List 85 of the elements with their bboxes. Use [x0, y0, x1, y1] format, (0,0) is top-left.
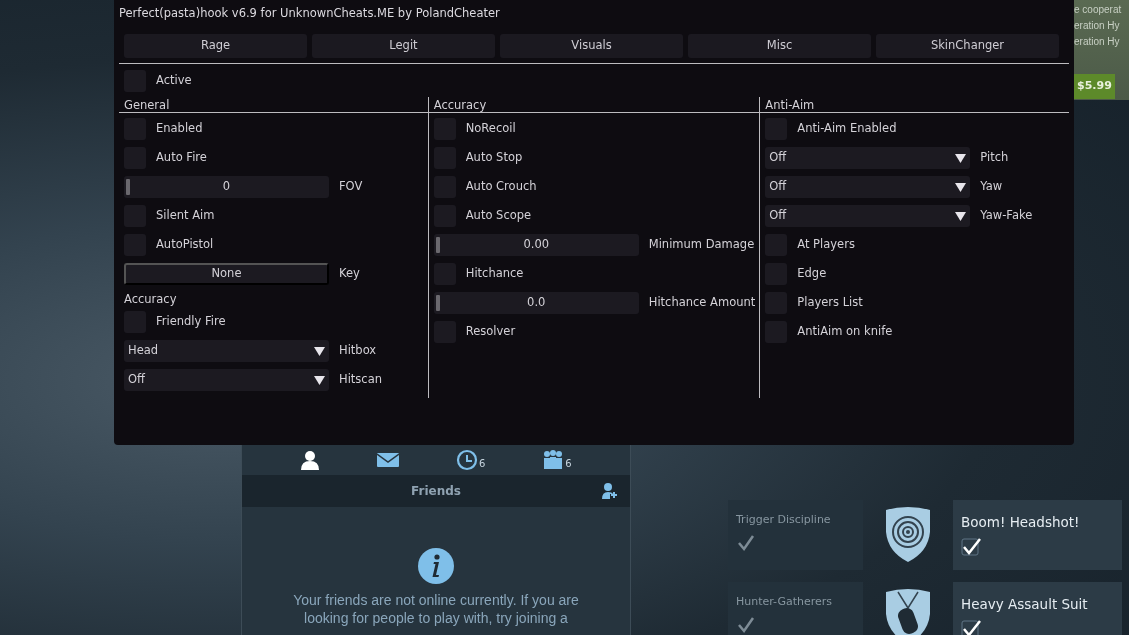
dropdown-label: Yaw: [980, 178, 1003, 196]
checkbox-label: AntiAim on knife: [797, 323, 893, 341]
slider-label: Minimum Damage: [648, 236, 755, 254]
window-title: Perfect(pasta)hook v6.9 for UnknownCheats.ME by PolandCheater: [118, 5, 501, 22]
tab[interactable]: Visuals: [500, 34, 683, 58]
shield-icon: [883, 506, 933, 564]
checkbox-label: Anti-Aim Enabled: [797, 120, 897, 138]
check-icon: [961, 538, 981, 556]
dropdown-arrow-icon: [955, 182, 967, 192]
count-label: 6: [565, 457, 572, 471]
slider-value: 0.0: [527, 294, 546, 312]
checkbox-label: Resolver: [465, 323, 516, 341]
dropdown[interactable]: Off: [765, 176, 971, 198]
dropdown-value: Off: [769, 207, 787, 225]
tab[interactable]: Legit: [312, 34, 495, 58]
check-icon: [736, 534, 756, 552]
checkbox-label: Active: [156, 72, 192, 90]
store-text: eration Hy: [1074, 19, 1121, 33]
checkbox-label: Hitchance: [465, 265, 524, 283]
checkbox-label: Edge: [797, 265, 827, 283]
slider-thumb[interactable]: [126, 179, 130, 195]
dropdown[interactable]: Off: [765, 147, 971, 169]
dropdown-value: Off: [769, 178, 787, 196]
achievement-title: Hunter-Gatherers: [736, 595, 833, 608]
dropdown-arrow-icon: [314, 375, 325, 385]
slider-value: 0: [222, 178, 231, 196]
person-icon[interactable]: [300, 450, 321, 470]
dropdown[interactable]: Head: [124, 340, 329, 362]
slider[interactable]: 0.0: [433, 292, 639, 314]
achievement-title: Boom! Headshot!: [961, 514, 1080, 530]
slider-thumb[interactable]: [435, 237, 440, 253]
mail-icon[interactable]: [377, 450, 400, 470]
section-heading: Anti-Aim: [760, 97, 1069, 113]
price-tag: $5.99: [1074, 74, 1115, 99]
check-icon: [736, 616, 756, 634]
slider[interactable]: 0.00: [433, 234, 639, 256]
achievement-title: Heavy Assault Suit: [961, 596, 1088, 612]
checkbox-label: Silent Aim: [156, 207, 215, 225]
checkbox-label: Auto Scope: [465, 207, 532, 225]
checkbox-label: Friendly Fire: [156, 313, 226, 331]
dropdown-label: Hitbox: [339, 342, 377, 360]
count-label: 6: [479, 457, 486, 471]
checkbox-label: Players List: [797, 294, 863, 312]
slider-label: FOV: [339, 178, 363, 196]
dropdown-value: Head: [128, 342, 159, 360]
dropdown-label: Hitscan: [339, 371, 382, 389]
dropdown[interactable]: Off: [124, 369, 329, 391]
friends-heading: Friends: [411, 483, 461, 500]
section-heading: General: [119, 97, 428, 113]
dropdown-arrow-icon: [955, 153, 967, 163]
dropdown-arrow-icon: [955, 211, 967, 221]
dropdown[interactable]: Off: [765, 205, 971, 227]
checkbox-label: AutoPistol: [156, 236, 214, 254]
key-button[interactable]: None: [124, 263, 329, 285]
group-icon[interactable]: [542, 449, 565, 471]
info-icon: [417, 547, 455, 585]
section-heading: Accuracy: [428, 97, 760, 113]
tab[interactable]: Rage: [124, 34, 307, 58]
shield-icon: [883, 588, 933, 635]
field-label: Key: [339, 265, 360, 283]
slider-thumb[interactable]: [435, 295, 440, 311]
slider[interactable]: 0: [124, 176, 329, 198]
achievement-title: Trigger Discipline: [736, 513, 831, 526]
check-icon: [961, 620, 981, 635]
slider-value: 0.00: [523, 236, 550, 254]
add-friend-icon[interactable]: [600, 482, 618, 500]
checkbox-label: At Players: [797, 236, 855, 254]
dropdown-value: Off: [128, 371, 145, 389]
dropdown-label: Yaw-Fake: [980, 207, 1033, 225]
dropdown-label: Pitch: [980, 149, 1009, 167]
history-icon[interactable]: [456, 449, 479, 471]
store-text: eration Hy: [1074, 35, 1121, 49]
tab[interactable]: Misc: [688, 34, 871, 58]
slider-label: Hitchance Amount: [648, 294, 756, 312]
checkbox-label: Auto Crouch: [465, 178, 537, 196]
checkbox-label: Auto Stop: [465, 149, 523, 167]
info-message: Your friends are not online currently. If you are looking for people to play with, try joining a: [293, 591, 579, 627]
checkbox-label: NoRecoil: [465, 120, 516, 138]
dropdown-arrow-icon: [314, 346, 325, 356]
subsection-heading: Accuracy: [124, 291, 177, 309]
dropdown-value: Off: [769, 149, 787, 167]
store-text: e cooperat: [1074, 3, 1123, 17]
checkbox-label: Enabled: [156, 120, 203, 138]
tab[interactable]: SkinChanger: [876, 34, 1059, 58]
checkbox-label: Auto Fire: [156, 149, 207, 167]
